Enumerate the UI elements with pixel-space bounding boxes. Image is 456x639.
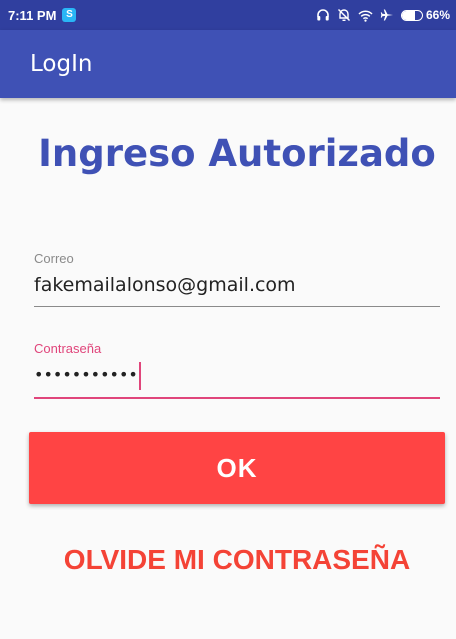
battery-indicator: 66% bbox=[400, 8, 450, 22]
battery-percent: 66% bbox=[425, 8, 450, 22]
password-input[interactable]: ••••••••••• bbox=[34, 358, 440, 392]
battery-level-fill bbox=[401, 10, 416, 20]
email-label: Correo bbox=[34, 251, 74, 266]
email-underline bbox=[34, 306, 440, 307]
password-masked-value: ••••••••••• bbox=[34, 365, 138, 384]
battery-icon bbox=[400, 9, 423, 21]
status-right: 66% bbox=[316, 8, 450, 22]
headphones-icon bbox=[317, 9, 329, 21]
page-heading: Ingreso Autorizado bbox=[38, 132, 436, 175]
dnd-off-icon bbox=[337, 9, 350, 22]
password-underline bbox=[34, 397, 440, 399]
status-left: 7:11 PM S bbox=[8, 7, 77, 23]
app-title: LogIn bbox=[30, 51, 93, 77]
ok-button[interactable]: OK bbox=[29, 432, 445, 504]
airplane-icon bbox=[380, 9, 393, 21]
wifi-icon bbox=[358, 9, 373, 22]
email-input[interactable] bbox=[34, 268, 440, 302]
app-bar: LogIn bbox=[0, 30, 456, 98]
text-cursor bbox=[138, 361, 141, 390]
password-label: Contraseña bbox=[34, 341, 102, 356]
s-app-icon: S bbox=[62, 8, 77, 22]
status-time: 7:11 PM bbox=[8, 7, 57, 23]
forgot-password-link[interactable]: OLVIDE MI CONTRASEÑA bbox=[0, 538, 456, 582]
password-field: Contraseña ••••••••••• bbox=[34, 340, 440, 399]
email-field: Correo bbox=[34, 250, 440, 307]
status-bar: 7:11 PM S 66% bbox=[0, 0, 456, 30]
